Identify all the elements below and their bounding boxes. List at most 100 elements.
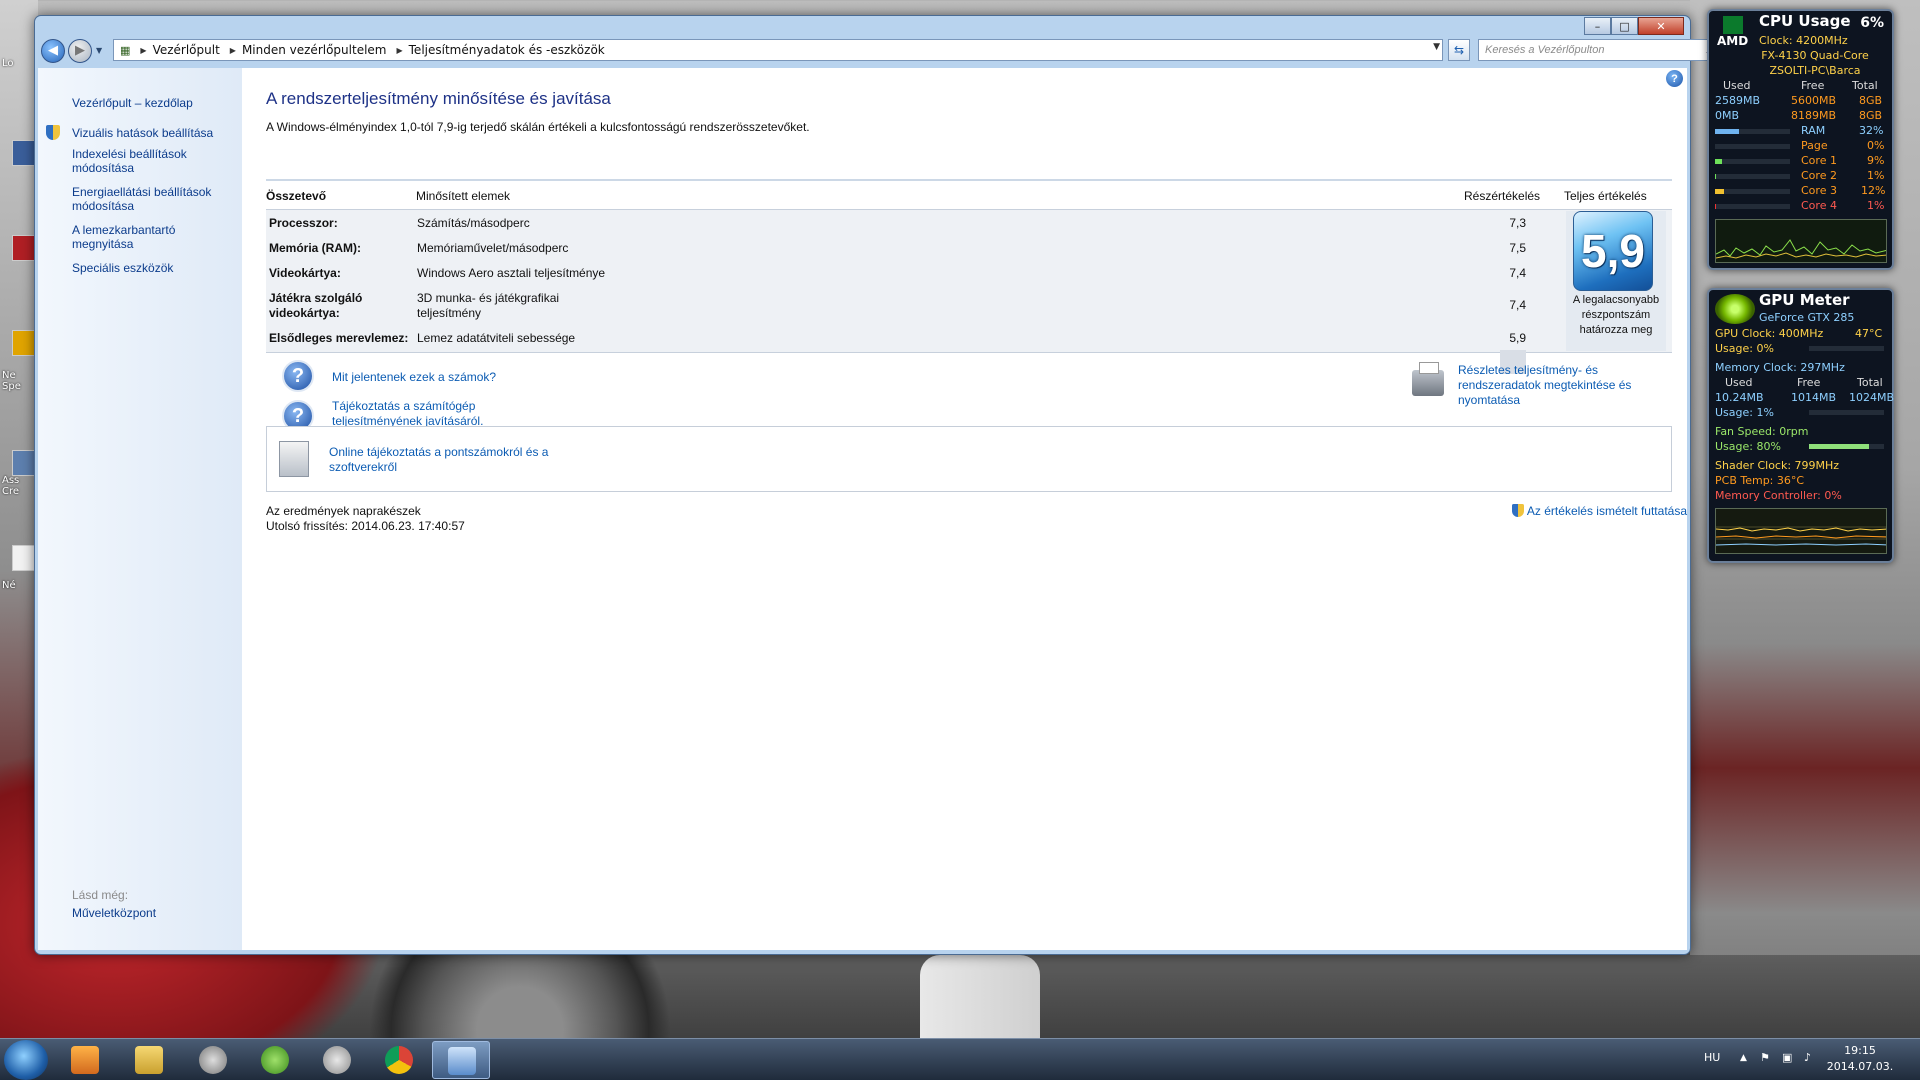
gear-icon [323, 1046, 351, 1074]
meter-fill [1715, 204, 1716, 209]
show-hidden-icons[interactable]: ▲ [1740, 1053, 1747, 1063]
breadcrumb-control-panel[interactable]: Vezérlőpult [153, 43, 220, 57]
breadcrumb-arrow-icon[interactable]: ▶ [396, 46, 402, 55]
meter-value: 0% [1867, 139, 1885, 152]
cpu-usage-gadget[interactable]: AMD CPU Usage 6% Clock: 4200MHz FX-4130 … [1707, 9, 1894, 270]
link-what-numbers-mean[interactable]: Mit jelentenek ezek a számok? [332, 370, 496, 385]
breadcrumb-all-items[interactable]: Minden vezérlőpultelem [242, 43, 387, 57]
row-label: Memória (RAM): [269, 241, 361, 255]
base-score-panel: 5,9 A legalacsonyabb részpontszám határo… [1566, 211, 1666, 351]
taskbar: HU ▲ ⚑ ▣ ♪ 19:15 2014.07.03. [0, 1038, 1920, 1080]
cpu-total-percent: 6% [1860, 15, 1884, 31]
desktop-icon-label[interactable]: Ne Spe [2, 370, 36, 392]
network-icon[interactable]: ▣ [1782, 1051, 1792, 1064]
breadcrumb-arrow-icon[interactable]: ▶ [230, 46, 236, 55]
meter-value: 32% [1859, 124, 1884, 137]
meter-name: Core 4 [1801, 199, 1837, 212]
taskbar-settings[interactable] [308, 1041, 366, 1079]
taskbar-app[interactable] [184, 1041, 242, 1079]
main-pane: ? A rendszerteljesítmény minősítése és j… [242, 68, 1687, 950]
core4-meter [1715, 204, 1790, 209]
system-tray: HU ▲ ⚑ ▣ ♪ 19:15 2014.07.03. [1690, 1039, 1920, 1080]
col-used: Used [1723, 79, 1751, 92]
taskbar-control-panel[interactable] [432, 1041, 490, 1079]
clock-date[interactable]: 2014.07.03. [1820, 1060, 1900, 1073]
row-score: 7,5 [1509, 241, 1526, 255]
meter-value: 12% [1861, 184, 1886, 197]
link-improve-performance[interactable]: Tájékoztatás a számítógép teljesítményén… [332, 399, 512, 429]
app-icon [199, 1046, 227, 1074]
taskbar-media-player[interactable] [56, 1041, 114, 1079]
core1-meter [1715, 159, 1790, 164]
minimize-button[interactable]: – [1584, 17, 1611, 35]
breadcrumb-performance[interactable]: Teljesítményadatok és -eszközök [409, 43, 605, 57]
sidebar-item-home[interactable]: Vezérlőpult – kezdőlap [72, 96, 232, 110]
row-rated: Számítás/másodperc [417, 216, 530, 230]
meter-fill [1715, 159, 1722, 164]
score-rows: Processzor: Számítás/másodperc 7,3 Memór… [266, 209, 1672, 374]
header-subscore: Részértékelés [1464, 189, 1541, 203]
gpu-history-graph [1715, 508, 1887, 554]
rerun-assessment-link[interactable]: Az értékelés ismételt futtatása [1511, 504, 1687, 518]
help-icon[interactable]: ? [1666, 70, 1683, 87]
address-dropdown-icon[interactable]: ▼ [1433, 42, 1440, 52]
caption-buttons: – □ ✕ [1584, 17, 1684, 35]
sidebar-item-indexing[interactable]: Indexelési beállítások módosítása [72, 147, 232, 175]
base-score-caption: A legalacsonyabb részpontszám határozza … [1572, 294, 1660, 336]
taskbar-utorrent[interactable] [246, 1041, 304, 1079]
core2-meter [1715, 174, 1790, 179]
meter-fill [1715, 174, 1716, 179]
language-indicator[interactable]: HU [1704, 1051, 1720, 1064]
sidebar-item-action-center[interactable]: Műveletközpont [72, 906, 156, 920]
meter-value: 9% [1867, 154, 1885, 167]
taskbar-explorer[interactable] [120, 1041, 178, 1079]
action-center-flag-icon[interactable]: ⚑ [1760, 1051, 1770, 1064]
sidebar-item-visual-effects[interactable]: Vizuális hatások beállítása [72, 126, 232, 140]
printer-icon [1412, 362, 1444, 396]
amd-logo-icon [1723, 16, 1743, 34]
control-panel-icon: ▦ [120, 43, 131, 57]
task-pane: Vezérlőpult – kezdőlap Vizuális hatások … [38, 68, 242, 950]
clock-time[interactable]: 19:15 [1830, 1044, 1890, 1057]
utorrent-icon [261, 1046, 289, 1074]
control-panel-window[interactable]: – □ ✕ ◀ ▶ ▼ ▦ ▶ Vezérlőpult ▶ Minden vez… [34, 15, 1719, 955]
shader-clock: Shader Clock: 799MHz [1715, 459, 1840, 472]
desktop-icon-label[interactable]: Ass Cre [2, 475, 36, 497]
forward-button[interactable]: ▶ [68, 38, 92, 63]
refresh-button[interactable]: ⇆ [1448, 39, 1470, 61]
taskbar-chrome[interactable] [370, 1041, 428, 1079]
page-meter [1715, 144, 1790, 149]
search-input[interactable]: Keresés a Vezérlőpulton ⌕ [1478, 39, 1719, 61]
address-bar[interactable]: ▦ ▶ Vezérlőpult ▶ Minden vezérlőpultelem… [113, 39, 1443, 61]
mem-usage: Usage: 1% [1715, 406, 1774, 419]
sidebar-item-power[interactable]: Energiaellátási beállítások módosítása [72, 185, 232, 213]
row-label: Processzor: [269, 216, 338, 230]
start-button[interactable] [4, 1040, 48, 1080]
link-detailed-info[interactable]: Részletes teljesítmény- és rendszeradato… [1458, 363, 1672, 408]
row-score: 7,4 [1509, 266, 1526, 280]
sidebar-item-advanced-tools[interactable]: Speciális eszközök [72, 261, 232, 275]
maximize-button[interactable]: □ [1611, 17, 1638, 35]
gpu-meter-gadget[interactable]: GPU Meter GeForce GTX 285 GPU Clock: 400… [1707, 288, 1894, 563]
row-label: Játékra szolgáló videokártya: [269, 291, 363, 320]
status-text: Az eredmények naprakészek [266, 504, 421, 518]
sidebar-item-disk-cleanup[interactable]: A lemezkarbantartó megnyitása [72, 223, 232, 251]
page-total: 8GB [1859, 109, 1883, 122]
back-button[interactable]: ◀ [41, 38, 65, 63]
table-divider [266, 179, 1672, 181]
gpu-temp: 47°C [1855, 327, 1883, 340]
meter-name: Core 3 [1801, 184, 1837, 197]
row-score: 7,4 [1509, 298, 1526, 312]
volume-icon[interactable]: ♪ [1804, 1051, 1811, 1064]
uac-shield-icon [46, 125, 60, 140]
close-button[interactable]: ✕ [1638, 17, 1684, 35]
question-icon: ? [282, 360, 314, 392]
desktop-icon-label[interactable]: Né [2, 580, 16, 591]
desktop-icon-label[interactable]: Lo [2, 58, 14, 69]
breadcrumb-arrow-icon[interactable]: ▶ [140, 46, 146, 55]
history-dropdown-icon[interactable]: ▼ [96, 46, 102, 55]
link-online-info[interactable]: Online tájékoztatás a pontszámokról és a… [329, 445, 559, 475]
ram-total: 8GB [1859, 94, 1883, 107]
gpu-card-name: GeForce GTX 285 [1759, 311, 1855, 324]
see-also-heading: Lásd még: [72, 888, 129, 902]
